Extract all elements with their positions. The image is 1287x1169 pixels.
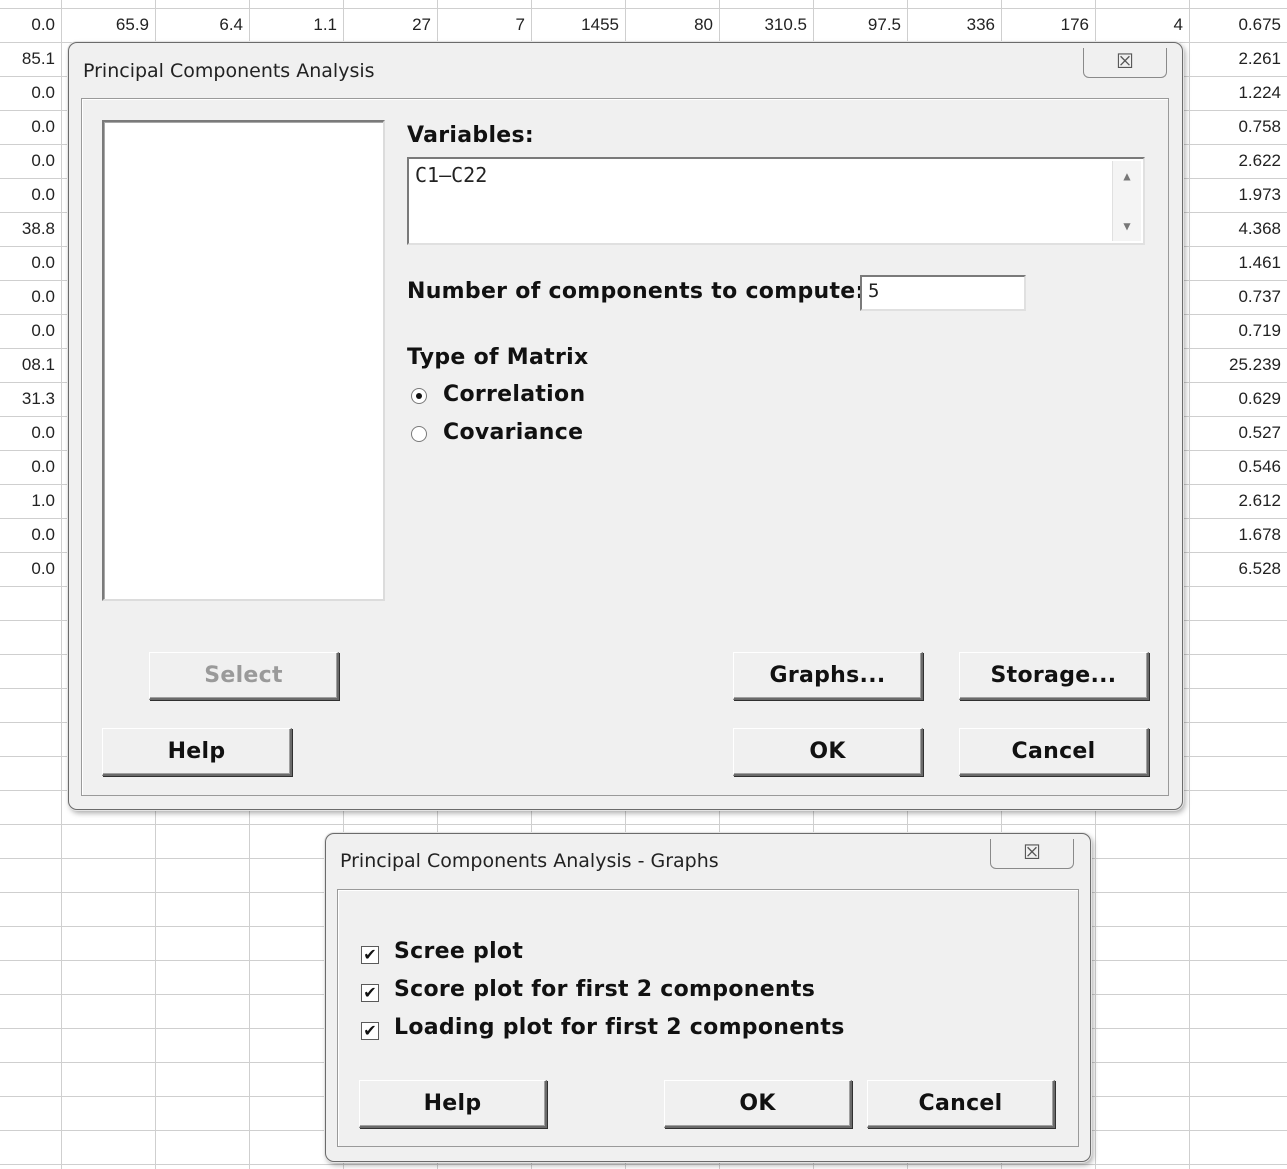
dialog-title: Principal Components Analysis bbox=[83, 60, 375, 82]
table-cell[interactable]: 1.1 bbox=[249, 8, 343, 42]
grid-line bbox=[0, 824, 1287, 825]
table-cell[interactable]: 0.0 bbox=[0, 552, 61, 586]
dialog-body: Variables: C1–C22 ▲ ▼ Number of componen… bbox=[81, 98, 1169, 796]
table-cell[interactable]: 336 bbox=[907, 8, 1001, 42]
table-cell[interactable]: 1455 bbox=[531, 8, 625, 42]
table-cell[interactable]: 1.224 bbox=[1189, 76, 1287, 110]
correlation-label[interactable]: Correlation bbox=[443, 382, 585, 407]
help-button[interactable]: Help bbox=[102, 728, 292, 776]
table-cell[interactable]: 0.629 bbox=[1189, 382, 1287, 416]
pca-dialog: Principal Components Analysis ☒ Variable… bbox=[68, 42, 1183, 810]
covariance-label[interactable]: Covariance bbox=[443, 420, 583, 445]
table-cell[interactable]: 0.0 bbox=[0, 416, 61, 450]
grid-line bbox=[0, 1164, 1287, 1165]
variables-field[interactable]: C1–C22 ▲ ▼ bbox=[407, 157, 1145, 245]
num-components-field[interactable]: 5 bbox=[860, 275, 1026, 311]
covariance-radio[interactable] bbox=[411, 426, 427, 442]
score-plot-checkbox[interactable]: ✔ bbox=[361, 984, 379, 1002]
table-cell[interactable]: 0.0 bbox=[0, 280, 61, 314]
graphs-dialog-body: ✔ Scree plot ✔ Score plot for first 2 co… bbox=[337, 889, 1079, 1147]
table-cell[interactable]: 1.461 bbox=[1189, 246, 1287, 280]
table-cell[interactable]: 0.0 bbox=[0, 76, 61, 110]
variables-label: Variables: bbox=[407, 123, 535, 148]
help-button[interactable]: Help bbox=[359, 1080, 547, 1128]
storage-button[interactable]: Storage... bbox=[959, 652, 1149, 700]
variables-value: C1–C22 bbox=[415, 163, 488, 187]
table-cell[interactable]: 0.758 bbox=[1189, 110, 1287, 144]
close-x-icon[interactable]: ☒ bbox=[1083, 48, 1167, 78]
table-cell[interactable]: 0.0 bbox=[0, 110, 61, 144]
graphs-button[interactable]: Graphs... bbox=[733, 652, 923, 700]
table-cell[interactable]: 2.612 bbox=[1189, 484, 1287, 518]
cancel-button[interactable]: Cancel bbox=[959, 728, 1149, 776]
table-cell[interactable]: 0.546 bbox=[1189, 450, 1287, 484]
table-cell[interactable]: 27 bbox=[343, 8, 437, 42]
table-cell[interactable]: 0.0 bbox=[0, 518, 61, 552]
grid-line bbox=[61, 0, 62, 1169]
variable-list[interactable] bbox=[102, 120, 385, 601]
graphs-dialog: Principal Components Analysis - Graphs ☒… bbox=[325, 833, 1091, 1162]
correlation-radio[interactable] bbox=[411, 388, 427, 404]
table-cell[interactable]: 2.261 bbox=[1189, 42, 1287, 76]
table-cell[interactable]: 0.737 bbox=[1189, 280, 1287, 314]
table-cell[interactable]: 6.4 bbox=[155, 8, 249, 42]
ok-button[interactable]: OK bbox=[664, 1080, 852, 1128]
scree-plot-checkbox[interactable]: ✔ bbox=[361, 946, 379, 964]
table-cell[interactable]: 08.1 bbox=[0, 348, 61, 382]
table-cell[interactable]: 1.678 bbox=[1189, 518, 1287, 552]
matrix-type-label: Type of Matrix bbox=[407, 345, 589, 370]
table-cell[interactable]: 25.239 bbox=[1189, 348, 1287, 382]
scroll-down-icon[interactable]: ▼ bbox=[1113, 219, 1141, 233]
select-button[interactable]: Select bbox=[149, 652, 339, 700]
table-cell[interactable]: 1.973 bbox=[1189, 178, 1287, 212]
variables-scrollbar[interactable]: ▲ ▼ bbox=[1112, 161, 1141, 241]
table-cell[interactable]: 0.719 bbox=[1189, 314, 1287, 348]
table-cell[interactable]: 4 bbox=[1095, 8, 1189, 42]
table-cell[interactable]: 0.0 bbox=[0, 8, 61, 42]
graphs-dialog-title: Principal Components Analysis - Graphs bbox=[340, 850, 719, 872]
scroll-up-icon[interactable]: ▲ bbox=[1113, 169, 1141, 183]
table-cell[interactable]: 0.527 bbox=[1189, 416, 1287, 450]
table-cell[interactable]: 65.9 bbox=[61, 8, 155, 42]
ok-button[interactable]: OK bbox=[733, 728, 923, 776]
table-cell[interactable]: 85.1 bbox=[0, 42, 61, 76]
loading-plot-checkbox[interactable]: ✔ bbox=[361, 1022, 379, 1040]
table-cell[interactable]: 0.0 bbox=[0, 246, 61, 280]
score-plot-label[interactable]: Score plot for first 2 components bbox=[394, 977, 815, 1002]
cancel-button[interactable]: Cancel bbox=[867, 1080, 1055, 1128]
table-cell[interactable]: 310.5 bbox=[719, 8, 813, 42]
table-cell[interactable]: 7 bbox=[437, 8, 531, 42]
table-cell[interactable]: 1.0 bbox=[0, 484, 61, 518]
table-cell[interactable]: 0.0 bbox=[0, 178, 61, 212]
scree-plot-label[interactable]: Scree plot bbox=[394, 939, 523, 964]
loading-plot-label[interactable]: Loading plot for first 2 components bbox=[394, 1015, 845, 1040]
table-cell[interactable]: 6.528 bbox=[1189, 552, 1287, 586]
table-cell[interactable]: 2.622 bbox=[1189, 144, 1287, 178]
table-cell[interactable]: 80 bbox=[625, 8, 719, 42]
table-cell[interactable]: 31.3 bbox=[0, 382, 61, 416]
table-cell[interactable]: 0.675 bbox=[1189, 8, 1287, 42]
table-cell[interactable]: 176 bbox=[1001, 8, 1095, 42]
close-x-icon[interactable]: ☒ bbox=[990, 839, 1074, 869]
radio-selected-dot bbox=[416, 393, 422, 399]
table-cell[interactable]: 0.0 bbox=[0, 144, 61, 178]
table-cell[interactable]: 0.0 bbox=[0, 314, 61, 348]
table-cell[interactable]: 97.5 bbox=[813, 8, 907, 42]
table-cell[interactable]: 38.8 bbox=[0, 212, 61, 246]
num-components-label: Number of components to compute: bbox=[407, 279, 865, 304]
table-cell[interactable]: 0.0 bbox=[0, 450, 61, 484]
table-cell[interactable]: 4.368 bbox=[1189, 212, 1287, 246]
